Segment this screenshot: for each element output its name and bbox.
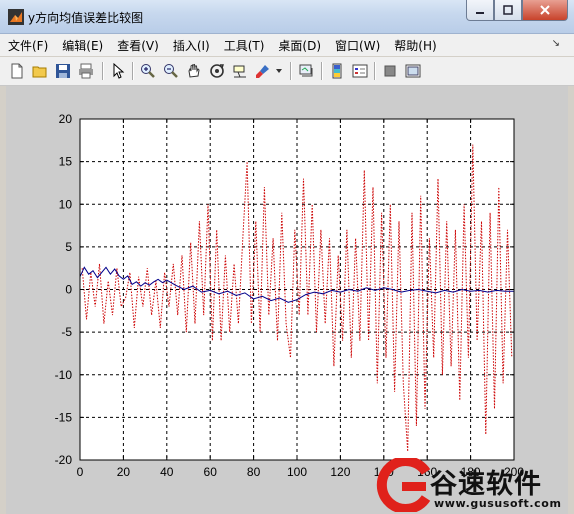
save-icon[interactable]	[54, 62, 72, 80]
toolbar-separator	[321, 62, 323, 80]
menu-help[interactable]: 帮助(H)	[394, 37, 436, 54]
x-tick-label: 40	[160, 465, 174, 479]
minimize-button[interactable]	[466, 0, 494, 21]
matlab-figure-window: y方向均值误差比较图 文件(F) 编辑(E) 查看(V) 插入(I) 工具(T)…	[0, 0, 574, 514]
y-tick-label: -5	[61, 325, 72, 339]
gusu-logo-icon	[376, 458, 431, 512]
link-icon[interactable]	[297, 62, 315, 80]
toolbar-separator	[102, 62, 104, 80]
toolbar-separator	[290, 62, 292, 80]
matlab-logo-icon	[8, 9, 24, 25]
title-bar[interactable]: y方向均值误差比较图	[0, 0, 574, 34]
minimize-icon	[476, 12, 484, 14]
x-tick-label: 120	[330, 465, 350, 479]
menu-bar: 文件(F) 编辑(E) 查看(V) 插入(I) 工具(T) 桌面(D) 窗口(W…	[0, 34, 574, 56]
menu-window[interactable]: 窗口(W)	[335, 37, 380, 54]
close-button[interactable]	[522, 0, 568, 21]
y-tick-label: 15	[59, 155, 73, 169]
pointer-icon[interactable]	[109, 62, 127, 80]
new-icon[interactable]	[8, 62, 26, 80]
close-icon	[540, 5, 550, 15]
menu-dock-arrow-icon[interactable]: ↘	[552, 38, 560, 49]
brush-dropdown-chevron-icon[interactable]	[274, 62, 284, 80]
legend-icon[interactable]	[351, 62, 369, 80]
menu-tools[interactable]: 工具(T)	[224, 37, 265, 54]
rotate-icon[interactable]	[208, 62, 226, 80]
figure-canvas: 0 20 40 60 80 100 120 140 160 180 200 -20 -15 -10 -5 0 5…	[6, 86, 568, 514]
y-tick-label: 5	[65, 240, 72, 254]
line-chart[interactable]: 0 20 40 60 80 100 120 140 160 180 200-20-15-10-505…	[6, 86, 568, 514]
x-tick-label: 100	[287, 465, 307, 479]
maximize-icon	[503, 5, 513, 15]
toolbar-separator	[374, 62, 376, 80]
x-tick-label: 60	[204, 465, 218, 479]
y-tick-label: -10	[55, 368, 73, 382]
zoom-out-icon[interactable]	[162, 62, 180, 80]
x-tick-label: 0	[77, 465, 84, 479]
print-icon[interactable]	[77, 62, 95, 80]
pan-icon[interactable]	[185, 62, 203, 80]
y-tick-label: 0	[65, 283, 72, 297]
menu-file[interactable]: 文件(F)	[8, 37, 48, 54]
colorbar-icon[interactable]	[328, 62, 346, 80]
x-tick-label: 20	[117, 465, 131, 479]
toolbar	[0, 57, 574, 86]
menu-view[interactable]: 查看(V)	[117, 37, 159, 54]
hide-plot-tools-icon[interactable]	[381, 62, 399, 80]
watermark-url: www.gususoft.com	[434, 497, 562, 510]
menu-insert[interactable]: 插入(I)	[173, 37, 210, 54]
watermark-brand: 谷速软件	[430, 469, 542, 500]
y-tick-label: 20	[59, 112, 73, 126]
toolbar-separator	[132, 62, 134, 80]
show-plot-tools-icon[interactable]	[404, 62, 422, 80]
y-tick-label: 10	[59, 197, 73, 211]
x-tick-label: 80	[247, 465, 261, 479]
window-controls	[466, 0, 568, 22]
menu-desktop[interactable]: 桌面(D)	[278, 37, 321, 54]
y-tick-label: -15	[55, 410, 73, 424]
y-tick-label: -20	[55, 453, 73, 467]
brush-icon[interactable]	[254, 62, 272, 80]
data-cursor-icon[interactable]	[231, 62, 249, 80]
maximize-button[interactable]	[494, 0, 522, 21]
open-icon[interactable]	[31, 62, 49, 80]
menu-edit[interactable]: 编辑(E)	[62, 37, 103, 54]
window-title: y方向均值误差比较图	[28, 11, 144, 25]
zoom-in-icon[interactable]	[139, 62, 157, 80]
